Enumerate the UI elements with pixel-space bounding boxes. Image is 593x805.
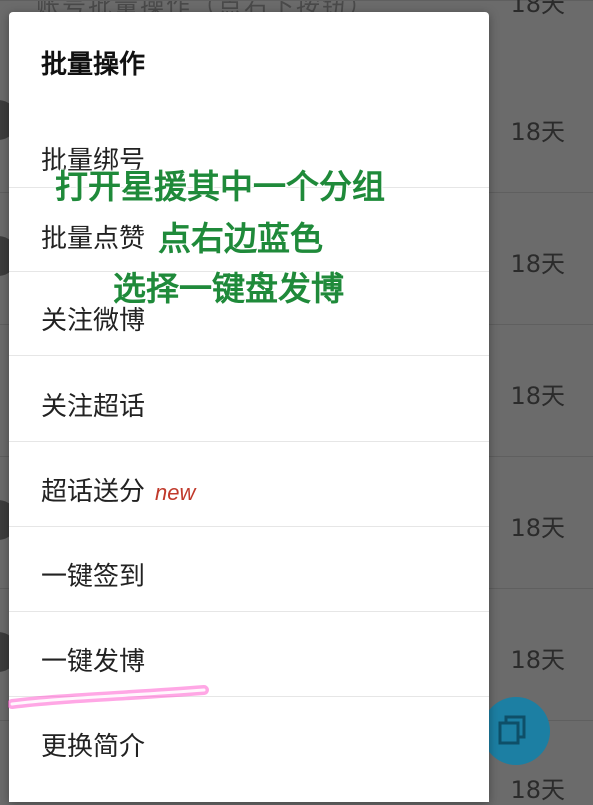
new-badge: new <box>155 480 196 505</box>
menu-item-label: 一键签到 <box>41 562 146 592</box>
days-label: 18天 <box>510 250 565 278</box>
highlight-underline <box>8 685 209 709</box>
menu-item-supertopic-points[interactable]: 超话送分 new <box>9 443 489 527</box>
divider <box>9 526 489 527</box>
divider <box>9 355 489 356</box>
annotation-step-tap-blue: 点右边蓝色 <box>158 219 323 258</box>
menu-title: 批量操作 <box>41 50 146 80</box>
menu-item-label: 更换简介 <box>41 732 146 762</box>
days-label: 18天 <box>510 0 565 18</box>
menu-item-label: 一键发博 <box>41 647 146 677</box>
list-item[interactable]: 18天 <box>0 0 593 18</box>
menu-item-one-click-checkin[interactable]: 一键签到 <box>9 528 489 612</box>
days-label: 18天 <box>510 776 565 804</box>
annotation-step-open-group: 打开星援其中一个分组 <box>55 167 385 206</box>
days-label: 18天 <box>510 646 565 674</box>
floating-action-button[interactable] <box>482 697 550 765</box>
days-label: 18天 <box>510 514 565 542</box>
copy-icon <box>498 715 526 745</box>
menu-item-label: 关注超话 <box>41 392 146 422</box>
menu-item-label: 超话送分 <box>41 477 146 507</box>
days-label: 18天 <box>510 118 565 146</box>
divider <box>9 611 489 612</box>
menu-item-follow-supertopic[interactable]: 关注超话 <box>9 358 489 442</box>
divider <box>9 441 489 442</box>
menu-item-label: 批量点赞 <box>41 224 146 254</box>
days-label: 18天 <box>510 382 565 410</box>
annotation-step-choose-post: 选择一键盘发博 <box>113 269 344 308</box>
